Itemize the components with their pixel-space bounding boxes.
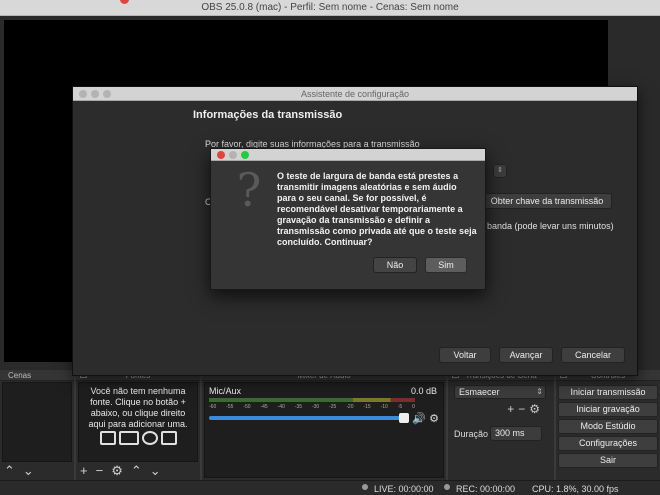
- transitions-panel: Esmaecer ⇕ +−⚙ Duração 300 ms: [450, 382, 552, 478]
- zoom-icon[interactable]: [241, 151, 249, 159]
- meter-tick-label: -20: [346, 404, 354, 410]
- channel-name: Mic/Aux: [209, 386, 242, 396]
- duration-value: 300 ms: [495, 428, 525, 438]
- meter-tick-label: -5: [397, 404, 403, 410]
- meter-ticks: -60 -55 -50 -45 -40 -35 -30 -25 -20 -15 -10 -5 0: [209, 404, 415, 413]
- source-type-icons: [79, 431, 197, 445]
- move-up-icon[interactable]: ⌃: [4, 464, 15, 478]
- wizard-title: Assistente de configuração: [300, 89, 410, 99]
- status-bar: LIVE: 00:00:00 REC: 00:00:00 CPU: 1.8%, …: [0, 480, 660, 495]
- exit-button[interactable]: Sair: [558, 453, 658, 468]
- transition-select[interactable]: Esmaecer ⇕: [454, 385, 546, 399]
- meter-tick-label: -35: [294, 404, 303, 410]
- chevron-updown-icon: ⇕: [536, 387, 543, 396]
- scenes-list[interactable]: [2, 382, 72, 462]
- gear-icon[interactable]: ⚙: [111, 464, 123, 478]
- remove-icon[interactable]: −: [96, 464, 104, 478]
- audio-mixer-dock: Mixer de Áudio Mic/Aux 0.0 dB -60-55-50-…: [202, 370, 446, 480]
- window-buttons: [79, 90, 111, 98]
- start-recording-button[interactable]: Iniciar gravação: [558, 402, 658, 417]
- duration-field[interactable]: 300 ms: [490, 426, 542, 441]
- alert-title-bar: [211, 149, 485, 161]
- yes-button[interactable]: Sim: [425, 257, 467, 273]
- meter-tick-label: -45: [260, 404, 268, 410]
- volume-slider-handle[interactable]: [399, 413, 409, 423]
- gear-icon[interactable]: ⚙: [529, 402, 544, 416]
- add-icon[interactable]: +: [80, 464, 88, 478]
- image-icon: [99, 431, 116, 445]
- transition-selected: Esmaecer: [459, 387, 500, 397]
- speaker-icon[interactable]: 🔊: [412, 413, 426, 425]
- meter-tick-label: -30: [311, 404, 320, 410]
- sources-toolbar: + − ⚙ ⌃ ⌄: [76, 462, 200, 480]
- move-up-icon[interactable]: ⌃: [131, 464, 142, 478]
- studio-mode-button[interactable]: Modo Estúdio: [558, 419, 658, 434]
- transition-buttons: +−⚙: [507, 402, 544, 416]
- close-icon[interactable]: [217, 151, 225, 159]
- move-down-icon[interactable]: ⌄: [150, 464, 161, 478]
- minimize-icon[interactable]: [229, 151, 237, 159]
- meter-tick-label: -25: [329, 404, 337, 410]
- meter-tick-label: -15: [363, 404, 371, 410]
- zoom-icon[interactable]: [103, 90, 111, 98]
- chevron-updown-icon[interactable]: ⇕: [493, 164, 507, 178]
- scenes-dock: Cenas ⌃ ⌄: [0, 370, 74, 480]
- close-icon[interactable]: [79, 90, 87, 98]
- mixer-controls: 🔊 ⚙: [412, 412, 439, 425]
- meter-tick-label: -60: [209, 404, 217, 410]
- sources-dock: Fontes Você não tem nenhuma fonte. Cliqu…: [76, 370, 200, 480]
- settings-button[interactable]: Configurações: [558, 436, 658, 451]
- meter-tick-label: -10: [380, 404, 388, 410]
- window-title: OBS 25.0.8 (mac) - Perfil: Sem nome - Ce…: [201, 2, 459, 13]
- scenes-header: Cenas: [0, 370, 74, 381]
- bandwidth-test-alert: ? O teste de largura de banda está prest…: [210, 148, 486, 290]
- start-streaming-button[interactable]: Iniciar transmissão: [558, 385, 658, 400]
- sources-empty-text: Você não tem nenhuma fonte. Clique no bo…: [88, 386, 188, 429]
- globe-icon: [141, 431, 158, 445]
- minimize-icon[interactable]: [91, 90, 99, 98]
- scenes-toolbar: ⌃ ⌄: [0, 462, 74, 480]
- meter-tick-label: -40: [277, 404, 285, 410]
- stream-status-icon: [362, 484, 368, 490]
- gear-icon[interactable]: ⚙: [429, 413, 439, 425]
- camera-icon: [160, 431, 177, 445]
- mixer-channel: Mic/Aux 0.0 dB -60 -55 -50 -45 -40 -35 -30 -25 -…: [204, 382, 444, 478]
- move-down-icon[interactable]: ⌄: [23, 464, 34, 478]
- display-icon: [118, 431, 139, 445]
- record-status-icon: [444, 484, 450, 490]
- back-button[interactable]: Voltar: [439, 347, 491, 363]
- duration-label: Duração: [454, 429, 489, 439]
- transitions-dock: Transições de Cena Esmaecer ⇕ +−⚙ Duraçã…: [448, 370, 554, 480]
- remove-icon[interactable]: −: [518, 402, 529, 416]
- volume-slider[interactable]: [209, 413, 409, 423]
- wizard-heading: Informações da transmissão: [193, 109, 343, 121]
- cancel-button[interactable]: Cancelar: [561, 347, 625, 363]
- cpu-fps: CPU: 1.8%, 30.00 fps: [532, 484, 619, 494]
- question-icon: ?: [236, 163, 262, 217]
- meter-tick-label: -50: [243, 404, 251, 410]
- alert-message: O teste de largura de banda está prestes…: [277, 171, 477, 247]
- meter-tick-label: -55: [226, 404, 234, 410]
- sources-list[interactable]: Você não tem nenhuma fonte. Clique no bo…: [78, 382, 198, 462]
- get-stream-key-button[interactable]: Obter chave da transmissão: [482, 193, 612, 209]
- live-time: LIVE: 00:00:00: [374, 484, 434, 494]
- no-button[interactable]: Não: [373, 257, 417, 273]
- main-title-bar: OBS 25.0.8 (mac) - Perfil: Sem nome - Ce…: [0, 0, 660, 16]
- next-button[interactable]: Avançar: [499, 347, 553, 363]
- channel-level: 0.0 dB: [410, 386, 437, 396]
- wizard-title-bar: Assistente de configuração: [73, 87, 637, 101]
- volume-meter: [209, 398, 415, 402]
- rec-time: REC: 00:00:00: [456, 484, 516, 494]
- controls-dock: Controles Iniciar transmissão Iniciar gr…: [556, 370, 660, 480]
- add-icon[interactable]: +: [507, 402, 518, 416]
- bandwidth-test-label: banda (pode levar uns minutos): [487, 221, 614, 231]
